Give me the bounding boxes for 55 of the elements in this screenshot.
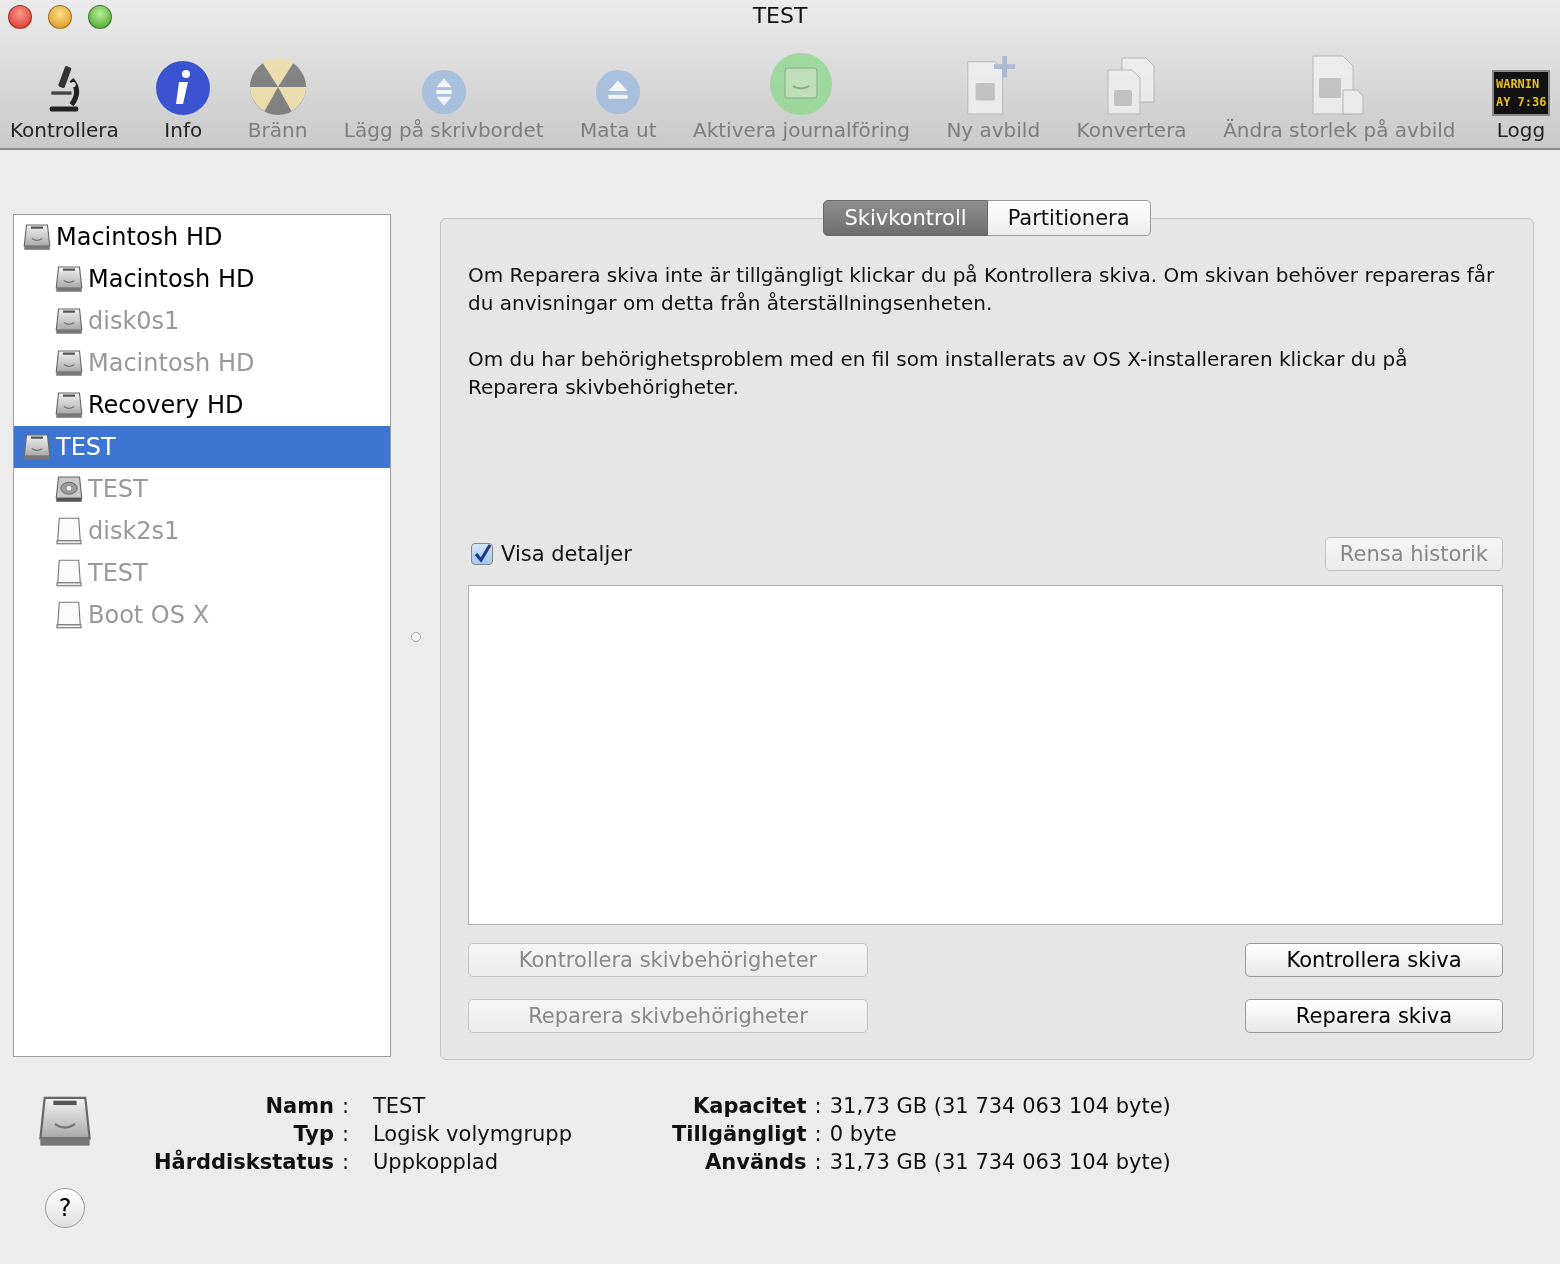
zoom-button[interactable] [88,5,112,29]
info-value: 31,73 GB (31 734 063 104 byte) [829,1149,1171,1176]
toolbar-button[interactable]: Info [155,48,212,142]
drive-icon [769,52,834,116]
help-button[interactable]: ? [45,1188,85,1228]
close-button[interactable] [8,5,32,29]
disk-list-item[interactable]: TEST [14,426,390,468]
eject-icon [594,68,643,116]
hard-drive-icon [54,264,84,294]
log-display-icon: WARNIN AY 7:36 [1491,70,1550,116]
toolbar-button[interactable]: Kontrollera [10,48,119,142]
action-button[interactable]: Reparera skiva [1245,999,1503,1033]
hard-drive-icon [22,432,52,462]
blank-drive-icon [54,600,84,630]
info-value: 31,73 GB (31 734 063 104 byte) [829,1093,1171,1120]
arrows-icon [419,68,468,116]
checkmark-icon [472,544,492,564]
separator-text: : [814,1093,822,1120]
disk-volume-icon [54,474,84,504]
separator-text: : [341,1093,351,1120]
info-value: 0 byte [829,1121,898,1148]
instruction-text: Om du har behörighetsproblem med en fil som installerats av OS X-installeraren klickar du på Reparera skivbehörigheter. [468,346,1409,401]
action-button[interactable]: Kontrollera skiva [1245,943,1503,977]
info-label: Tillgängligt [672,1121,807,1148]
window-title: TEST [752,3,808,28]
info-label: Används [704,1149,807,1176]
minimize-button[interactable] [48,5,72,29]
info-label: Hårddiskstatus [152,1148,334,1176]
disk-list-item[interactable]: Recovery HD [14,384,390,426]
show-details-checkbox[interactable]: Visa detaljer [471,542,632,566]
separator-text: : [814,1121,822,1148]
info-value: TEST [373,1093,427,1120]
splitter-handle[interactable] [410,632,421,642]
radiation-icon [248,58,307,116]
blank-drive-icon [54,558,84,588]
disk-list-item[interactable]: Macintosh HD [14,258,390,300]
tab[interactable]: Skivkontroll [823,200,988,236]
disk-list-item[interactable]: Macintosh HD [14,216,390,258]
info-label: Typ [292,1121,334,1148]
separator-text: : [341,1149,351,1176]
info-icon [155,60,212,116]
hard-drive-icon [54,306,84,336]
info-label: Namn [264,1093,334,1120]
blank-drive-icon [54,516,84,546]
instruction-text: Om Reparera skiva inte är tillgängligt klickar du på Kontrollera skiva. Om skivan behöver repareras får du anvisningar om detta från återställningsenheten. [468,262,1496,317]
hard-drive-icon [54,390,84,420]
info-value: Logisk volymgrupp [373,1121,574,1148]
separator-text: : [814,1149,822,1176]
hard-drive-icon [54,348,84,378]
hard-drive-icon [22,222,52,252]
info-label: Kapacitet [691,1093,807,1120]
separator-text: : [341,1121,351,1148]
toolbar-button[interactable]: WARNIN AY 7:36 Logg [1491,48,1550,142]
tab[interactable]: Partitionera [987,200,1151,236]
info-value: Uppkopplad [373,1149,499,1176]
